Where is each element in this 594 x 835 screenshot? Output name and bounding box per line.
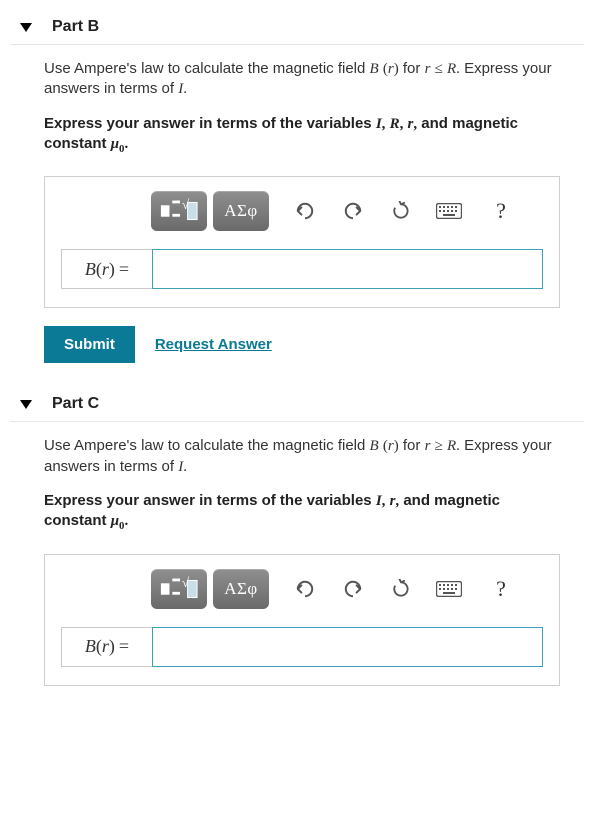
answer-input-row: B(r) = — [61, 249, 543, 289]
reset-icon[interactable] — [383, 194, 419, 228]
part-title: Part B — [52, 18, 99, 36]
question-prompt: Use Ampere's law to calculate the magnet… — [44, 59, 560, 100]
request-answer-link[interactable]: Request Answer — [155, 336, 272, 353]
undo-icon[interactable] — [287, 194, 323, 228]
answer-box: √ ΑΣφ ? B(r) = — [44, 554, 560, 686]
submit-row: Submit Request Answer — [44, 326, 560, 363]
question-prompt: Use Ampere's law to calculate the magnet… — [44, 436, 560, 477]
answer-input[interactable] — [152, 627, 543, 667]
collapse-icon — [20, 23, 32, 32]
submit-button[interactable]: Submit — [44, 326, 135, 363]
redo-icon[interactable] — [335, 572, 371, 606]
greek-symbols-button[interactable]: ΑΣφ — [213, 191, 269, 231]
part-header[interactable]: Part C — [10, 387, 584, 422]
undo-icon[interactable] — [287, 572, 323, 606]
answer-input[interactable] — [152, 249, 543, 289]
part-title: Part C — [52, 395, 99, 413]
answer-lhs: B(r) = — [61, 249, 152, 289]
answer-instructions: Express your answer in terms of the vari… — [44, 491, 560, 534]
keyboard-icon[interactable] — [431, 194, 467, 228]
part-body: Use Ampere's law to calculate the magnet… — [10, 59, 584, 363]
part-section: Part B Use Ampere's law to calculate the… — [10, 10, 584, 363]
keyboard-icon[interactable] — [431, 572, 467, 606]
answer-lhs: B(r) = — [61, 627, 152, 667]
templates-button[interactable]: √ — [151, 191, 207, 231]
equation-toolbar: √ ΑΣφ ? — [151, 191, 543, 231]
collapse-icon — [20, 400, 32, 409]
part-section: Part C Use Ampere's law to calculate the… — [10, 387, 584, 685]
answer-input-row: B(r) = — [61, 627, 543, 667]
part-header[interactable]: Part B — [10, 10, 584, 45]
help-icon[interactable]: ? — [483, 572, 519, 606]
reset-icon[interactable] — [383, 572, 419, 606]
equation-toolbar: √ ΑΣφ ? — [151, 569, 543, 609]
greek-label: ΑΣφ — [224, 201, 257, 221]
greek-symbols-button[interactable]: ΑΣφ — [213, 569, 269, 609]
part-body: Use Ampere's law to calculate the magnet… — [10, 436, 584, 685]
redo-icon[interactable] — [335, 194, 371, 228]
greek-label: ΑΣφ — [224, 579, 257, 599]
answer-box: √ ΑΣφ ? B(r) = — [44, 176, 560, 308]
templates-button[interactable]: √ — [151, 569, 207, 609]
answer-instructions: Express your answer in terms of the vari… — [44, 114, 560, 157]
help-icon[interactable]: ? — [483, 194, 519, 228]
